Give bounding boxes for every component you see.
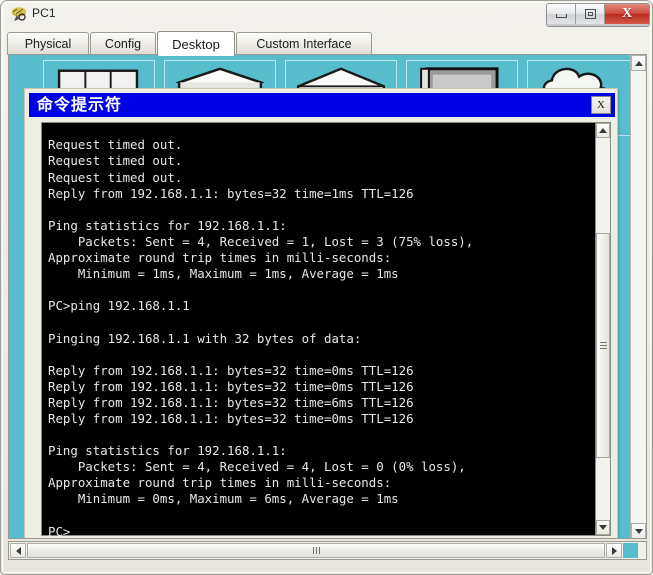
- scrollbar-grip-icon: [599, 342, 607, 349]
- tab-custom-interface[interactable]: Custom Interface: [236, 32, 372, 55]
- tab-physical-label: Physical: [24, 37, 72, 51]
- maximize-button[interactable]: [576, 4, 605, 24]
- desktop-scroll-up-button[interactable]: [631, 55, 646, 71]
- command-prompt-window: 命令提示符 X Request timed out. Request timed…: [24, 88, 618, 539]
- command-prompt-title: 命令提示符: [37, 95, 123, 114]
- hscroll-right-button[interactable]: [606, 543, 622, 558]
- tab-config-label: Config: [104, 37, 142, 51]
- desktop-pane: 命令提示符 X Request timed out. Request timed…: [8, 54, 647, 539]
- terminal-scroll-up-button[interactable]: [596, 123, 610, 138]
- scrollbar-corner: [623, 543, 638, 558]
- router-device-icon: [10, 6, 28, 23]
- terminal-scroll-down-button[interactable]: [596, 520, 610, 535]
- tab-desktop-label: Desktop: [172, 36, 220, 52]
- desktop-scrollbar-track[interactable]: [631, 71, 646, 523]
- terminal-text: Request timed out. Request timed out. Re…: [48, 137, 474, 539]
- terminal-scrollbar-thumb[interactable]: [596, 233, 610, 458]
- window-controls: X: [546, 3, 650, 27]
- scroll-down-arrow-icon: [599, 525, 607, 530]
- close-button[interactable]: X: [605, 4, 649, 24]
- command-prompt-titlebar[interactable]: 命令提示符 X: [29, 93, 615, 117]
- tab-physical[interactable]: Physical: [7, 32, 89, 55]
- maximize-icon: [584, 9, 596, 19]
- scroll-up-arrow-icon: [599, 128, 607, 133]
- desktop-vertical-scrollbar[interactable]: [630, 55, 646, 538]
- scroll-left-arrow-icon: [15, 546, 21, 555]
- tab-config[interactable]: Config: [90, 32, 156, 55]
- terminal-output-area[interactable]: Request timed out. Request timed out. Re…: [41, 122, 611, 539]
- scroll-up-arrow-icon: [634, 60, 643, 66]
- desktop-horizontal-scrollbar[interactable]: [8, 541, 647, 560]
- scroll-right-arrow-icon: [611, 546, 617, 555]
- hscroll-left-button[interactable]: [10, 543, 26, 558]
- minimize-icon: [555, 14, 567, 18]
- tab-bar: Physical Config Desktop Custom Interface: [7, 31, 648, 56]
- command-prompt-close-button[interactable]: X: [591, 96, 611, 114]
- scrollbar-grip-icon: [312, 547, 320, 554]
- tab-custom-interface-label: Custom Interface: [256, 37, 352, 51]
- tab-desktop[interactable]: Desktop: [157, 31, 235, 56]
- terminal-vertical-scrollbar[interactable]: [595, 123, 610, 535]
- hscroll-thumb[interactable]: [27, 543, 605, 558]
- close-icon: X: [597, 99, 605, 111]
- desktop-scroll-down-button[interactable]: [631, 523, 646, 538]
- close-icon: X: [621, 6, 633, 21]
- window-titlebar[interactable]: PC1 X: [1, 1, 652, 28]
- window-title: PC1: [32, 6, 56, 20]
- pc1-window: PC1 X Physical Config Desktop Custom Int…: [0, 0, 653, 575]
- desktop-surface[interactable]: 命令提示符 X Request timed out. Request timed…: [9, 55, 632, 539]
- scroll-down-arrow-icon: [634, 528, 643, 534]
- minimize-button[interactable]: [547, 4, 576, 24]
